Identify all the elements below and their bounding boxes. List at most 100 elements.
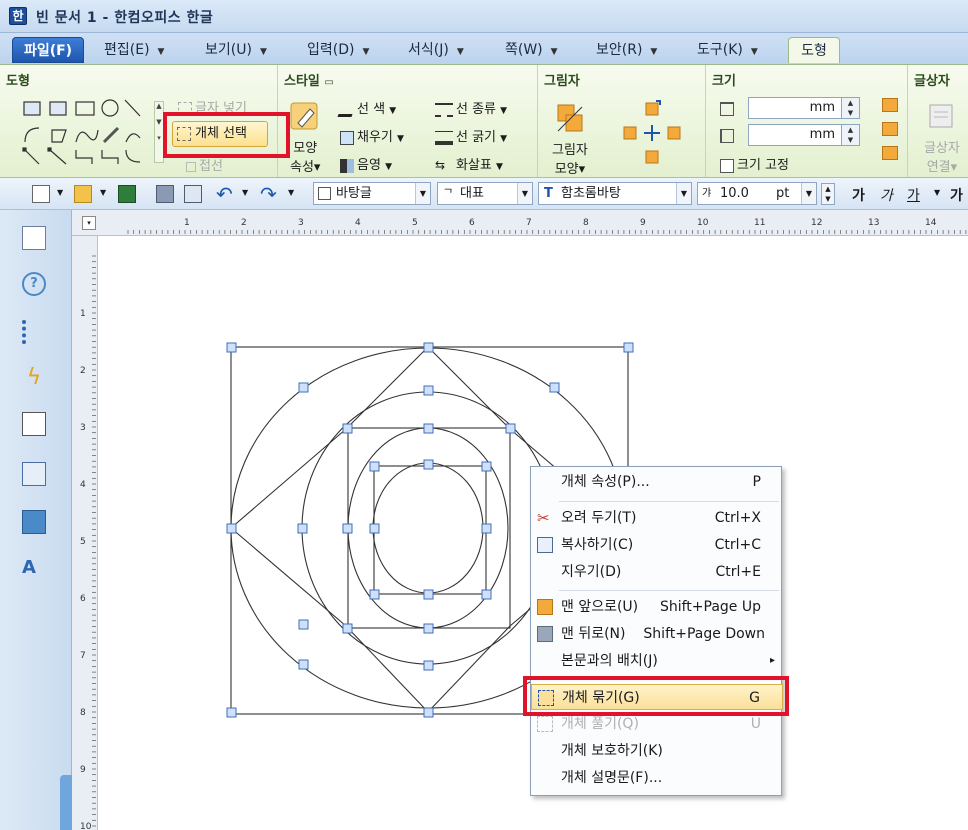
tab-format[interactable]: 서식(J) ▼ (408, 37, 464, 63)
paragraph-style-select[interactable]: 바탕글 ▼ (313, 182, 431, 205)
ruler-label: 11 (754, 218, 765, 228)
tab-file[interactable]: 파일(F) (12, 37, 84, 63)
form-icon[interactable] (22, 462, 46, 486)
fill-button[interactable]: 채우기 ▼ (340, 126, 404, 145)
document-icon[interactable] (22, 412, 46, 436)
spell-check-icon[interactable]: A (22, 556, 46, 580)
menu-separator (559, 501, 779, 502)
shadow-icon (557, 104, 583, 132)
shape-gallery[interactable] (22, 98, 162, 168)
menu-item-shortcut: Shift+Page Down (643, 626, 765, 642)
tab-security[interactable]: 보안(R) ▼ (596, 37, 657, 63)
tab-shape[interactable]: 도형 (788, 37, 840, 63)
open-folder-icon[interactable] (74, 185, 92, 203)
font-size-icon: 갸 (702, 188, 712, 199)
chevron-down-icon: ▼ (500, 134, 508, 144)
preview-icon[interactable] (184, 185, 202, 203)
menu-item-shortcut: P (752, 474, 761, 490)
tab-edit[interactable]: 편집(E) ▼ (104, 37, 164, 63)
italic-button[interactable]: 가 (880, 185, 893, 205)
language-select[interactable]: ᄀ 대표 ▼ (437, 182, 533, 205)
menu-item-label: 개체 설명문(F)... (561, 770, 663, 786)
menu-item-object-description[interactable]: 개체 설명문(F)... (531, 765, 783, 791)
ruler-label: 2 (241, 218, 247, 228)
center-circle[interactable] (372, 462, 484, 594)
horizontal-ruler[interactable]: 1 2 3 4 5 6 7 8 9 10 11 12 13 14 (72, 210, 968, 236)
textbox-link-button[interactable]: 글상자 연결▾ (924, 101, 960, 175)
side-panel: ? ϟ A (0, 210, 72, 830)
list-icon[interactable] (22, 320, 46, 344)
group-title: 도형 (6, 74, 30, 89)
tab-page[interactable]: 쪽(W) ▼ (505, 37, 558, 63)
new-document-icon[interactable] (32, 185, 50, 203)
group-title: 크기 (712, 74, 736, 89)
menu-item-send-to-back[interactable]: 맨 뒤로(N) Shift+Page Down (531, 621, 783, 647)
align-stack[interactable] (882, 98, 900, 170)
line-type-button[interactable]: 선 종류 ▼ (435, 98, 507, 117)
shadow-shape-button[interactable]: 그림자 모양▾ (552, 101, 588, 177)
print-icon[interactable] (156, 185, 174, 203)
chevron-down-icon: ▼ (500, 106, 508, 116)
dialog-launcher-icon[interactable]: ▭ (324, 77, 333, 88)
lightning-icon[interactable]: ϟ (22, 366, 46, 390)
menu-item-protect-object[interactable]: 개체 보호하기(K) (531, 738, 783, 764)
menu-item-copy[interactable]: 복사하기(C) Ctrl+C (531, 532, 783, 558)
line-color-button[interactable]: 선 색 ▼ (337, 98, 397, 117)
style-value: 바탕글 (336, 186, 372, 201)
underline-button[interactable]: 가 (907, 185, 920, 205)
line-width-button[interactable]: 선 굵기 ▼ (435, 126, 507, 145)
link-line1: 글상자 (924, 141, 960, 156)
menu-item-bring-to-front[interactable]: 맨 앞으로(U) Shift+Page Up (531, 594, 783, 620)
tab-label: 편집(E) (104, 42, 150, 58)
tab-input[interactable]: 입력(D) ▼ (307, 37, 369, 63)
vertical-ruler[interactable]: 1 2 3 4 5 6 7 8 9 10 (72, 236, 98, 830)
save-icon[interactable] (118, 185, 136, 203)
width-stepper[interactable]: ▲ ▼ (841, 98, 859, 118)
ruler-label: 3 (80, 423, 86, 433)
shadow-direction-pad[interactable] (620, 97, 682, 169)
help-icon[interactable]: ? (22, 272, 46, 296)
shade-icon (340, 158, 354, 173)
shade-button[interactable]: 음영 ▼ (340, 154, 392, 173)
tab-tools[interactable]: 도구(K) ▼ (697, 37, 758, 63)
font-size-select[interactable]: 갸 10.0 pt ▼ (697, 182, 817, 205)
height-field[interactable]: mm ▲ ▼ (748, 124, 860, 146)
font-type-icon: T (544, 186, 553, 201)
width-field[interactable]: mm ▲ ▼ (748, 97, 860, 119)
shape-properties-button[interactable]: 모양 속성▾ (290, 101, 320, 175)
book-icon[interactable] (22, 226, 46, 250)
lock-size-checkbox[interactable]: 크기 고정 (720, 154, 789, 173)
chevron-down-icon[interactable]: ▼ (100, 188, 106, 197)
height-stepper[interactable]: ▲ ▼ (841, 125, 859, 145)
submenu-arrow-icon: ▸ (769, 655, 775, 666)
ruler-corner-button[interactable]: ▾ (82, 216, 96, 230)
tab-view[interactable]: 보기(U) ▼ (205, 37, 267, 63)
bold-button[interactable]: 가 (852, 185, 865, 205)
line-width-icon (435, 130, 453, 145)
redo-icon[interactable]: ↷ (260, 182, 277, 206)
panel-collapse-handle[interactable] (60, 775, 72, 830)
menu-item-cut[interactable]: ✂ 오려 두기(T) Ctrl+X (531, 505, 783, 531)
menu-item-text-wrap[interactable]: 본문과의 배치(J) ▸ (531, 648, 783, 674)
chevron-down-icon[interactable]: ▼ (288, 188, 294, 197)
shade-label: 음영 (357, 158, 381, 173)
char-style-value: 대표 (460, 186, 484, 201)
chevron-down-icon[interactable]: ▼ (934, 188, 940, 197)
font-select[interactable]: T 함초롬바탕 ▼ (538, 182, 692, 205)
menu-item-delete[interactable]: 지우기(D) Ctrl+E (531, 559, 783, 585)
undo-icon[interactable]: ↶ (216, 182, 233, 206)
ruler-label: 9 (640, 218, 646, 228)
picture-settings-icon[interactable] (22, 510, 46, 534)
chevron-down-icon[interactable]: ▼ (57, 188, 63, 197)
more-format-button[interactable]: 가 (950, 185, 963, 205)
checkbox-icon (720, 158, 734, 173)
chevron-down-icon[interactable]: ▼ (242, 188, 248, 197)
title-bar: 한 빈 문서 1 - 한컴오피스 한글 (0, 0, 968, 33)
chevron-down-icon: ▼ (389, 106, 397, 116)
font-size-stepper[interactable]: ▲ ▼ (821, 183, 835, 205)
menu-item-object-properties[interactable]: 개체 속성(P)... P (531, 469, 783, 495)
arrow-style-button[interactable]: ⇆ 화살표 ▼ (435, 154, 503, 173)
align-icon (882, 122, 898, 136)
menu-item-label: 맨 뒤로(N) (561, 626, 626, 642)
ruler-label: 1 (184, 218, 190, 228)
